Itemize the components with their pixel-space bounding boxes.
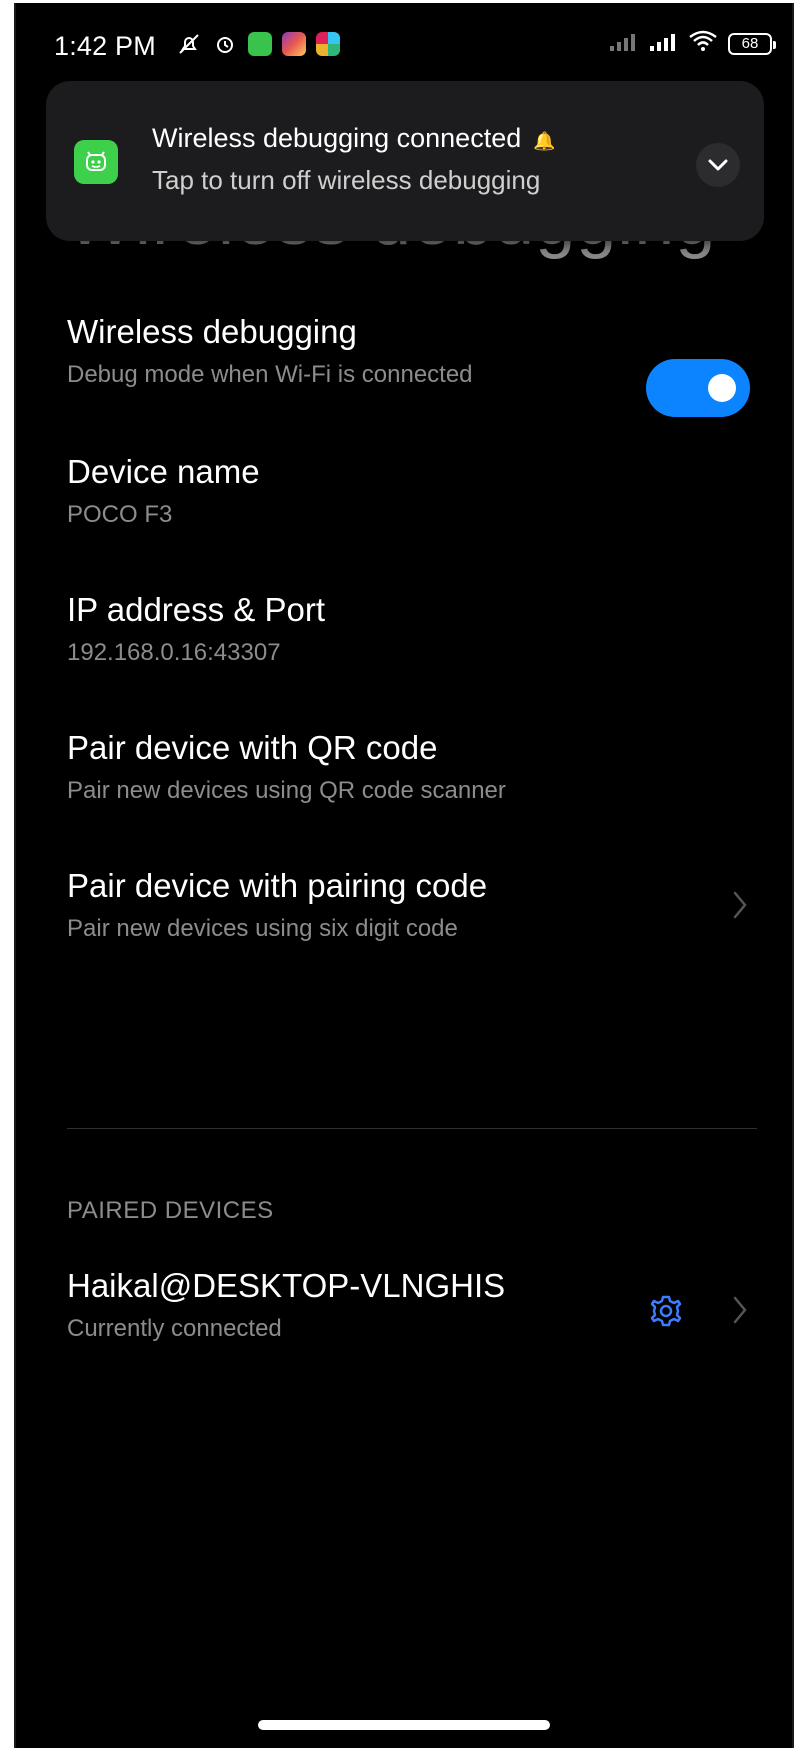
expand-notification-button[interactable]: [696, 143, 740, 187]
pair-code-title: Pair device with pairing code: [67, 867, 488, 904]
signal-icon-2: [648, 30, 678, 57]
chevron-right-icon[interactable]: [730, 1292, 750, 1328]
instagram-icon: [282, 32, 306, 56]
divider: [67, 1128, 757, 1129]
chevron-down-icon: [708, 159, 728, 171]
device-name-title: Device name: [67, 453, 260, 490]
chevron-right-icon: [730, 887, 750, 923]
notification-title: Wireless debugging connected 🔔: [152, 123, 556, 154]
battery-icon: 68: [728, 32, 776, 55]
status-icons-right: 68: [608, 29, 776, 58]
pair-code-row[interactable]: Pair device with pairing code Pair new d…: [67, 867, 747, 943]
bell-icon: 🔔: [533, 131, 556, 151]
alarm-icon: [212, 31, 238, 57]
wireless-debugging-subtitle: Debug mode when Wi-Fi is connected: [67, 361, 473, 388]
device-name-row[interactable]: Device name POCO F3: [67, 453, 747, 529]
wireless-debugging-title: Wireless debugging: [67, 313, 357, 350]
toggle-knob: [708, 374, 736, 402]
green-app-icon: [248, 32, 272, 56]
notification-banner[interactable]: Wireless debugging connected 🔔 Tap to tur…: [46, 81, 764, 241]
pair-qr-title: Pair device with QR code: [67, 729, 438, 766]
wireless-debugging-toggle[interactable]: [646, 359, 750, 417]
status-time: 1:42 PM: [54, 31, 156, 61]
pair-code-subtitle: Pair new devices using six digit code: [67, 915, 458, 942]
device-name-value: POCO F3: [67, 501, 173, 528]
notification-title-text: Wireless debugging connected: [152, 123, 522, 153]
home-indicator[interactable]: [258, 1720, 550, 1730]
phone-screen: 1:42 PM 68 ← Wireless debug: [14, 3, 794, 1748]
signal-icon: [608, 30, 638, 57]
wireless-debugging-row[interactable]: Wireless debugging Debug mode when Wi-Fi…: [67, 313, 747, 389]
ip-address-title: IP address & Port: [67, 591, 326, 628]
notification-body: Tap to turn off wireless debugging: [152, 165, 541, 195]
status-bar: 1:42 PM 68: [16, 3, 792, 91]
ip-address-row[interactable]: IP address & Port 192.168.0.16:43307: [67, 591, 747, 667]
gear-icon[interactable]: [644, 1289, 688, 1333]
slack-icon: [316, 32, 340, 56]
wifi-icon: [688, 29, 718, 58]
pair-qr-subtitle: Pair new devices using QR code scanner: [67, 777, 506, 804]
status-icons-left: [176, 31, 340, 57]
ip-address-value: 192.168.0.16:43307: [67, 639, 281, 666]
mute-icon: [176, 31, 202, 57]
pair-qr-row[interactable]: Pair device with QR code Pair new device…: [67, 729, 747, 805]
android-debug-icon: [74, 140, 118, 184]
paired-devices-header: PAIRED DEVICES: [67, 1197, 274, 1224]
